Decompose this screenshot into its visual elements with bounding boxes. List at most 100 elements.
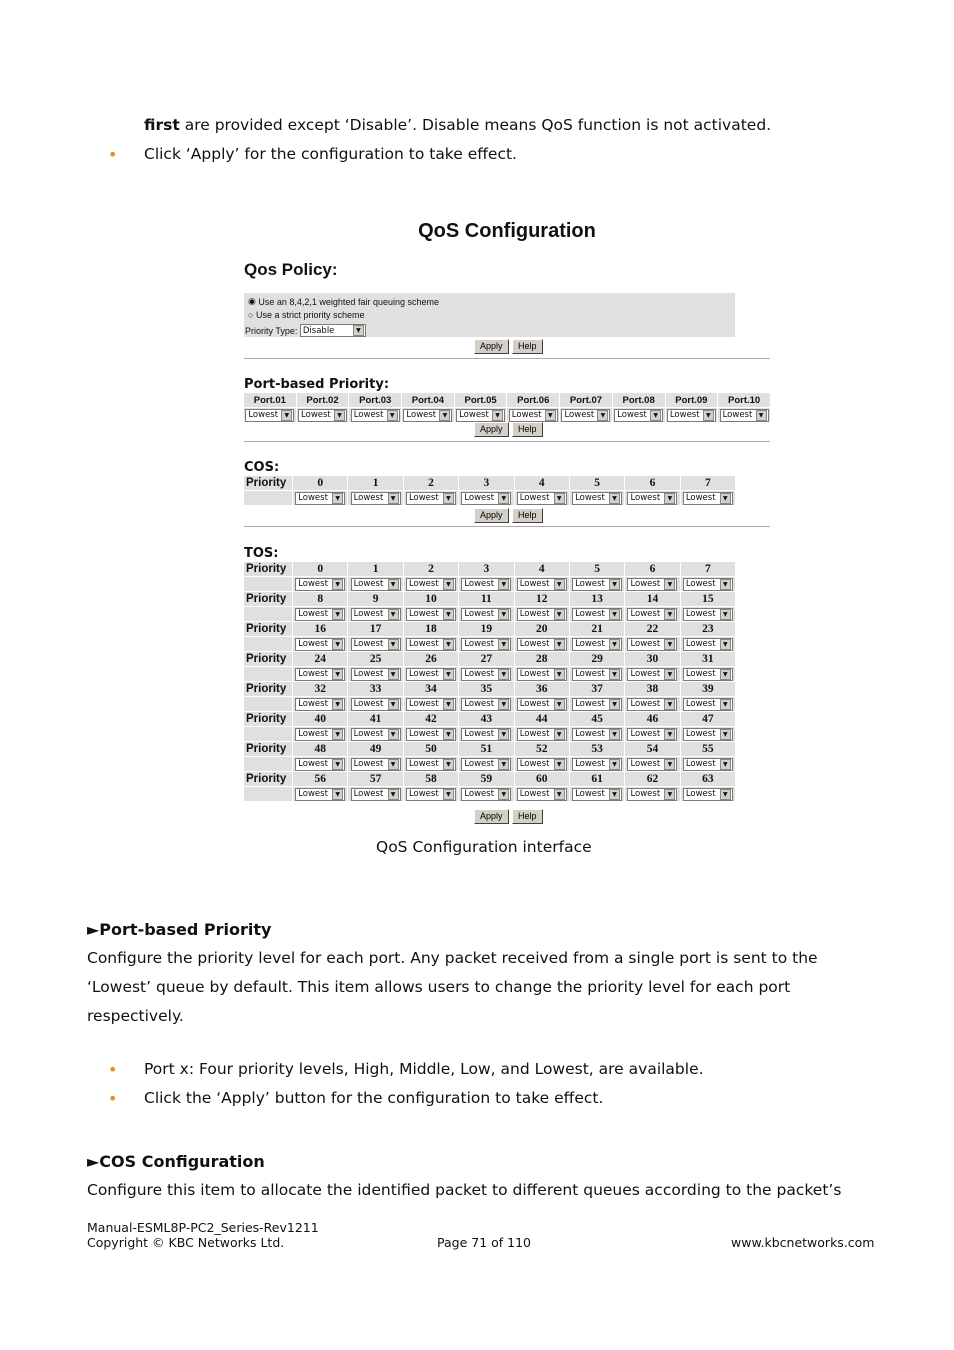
priority-select[interactable]: Lowest ▼: [561, 408, 611, 422]
priority-select[interactable]: Lowest ▼: [572, 727, 623, 741]
port-help-button[interactable]: Help: [512, 422, 543, 437]
priority-select[interactable]: Lowest ▼: [295, 757, 346, 771]
priority-select[interactable]: Lowest ▼: [461, 577, 512, 591]
port-header: Port.04: [402, 393, 454, 407]
priority-select[interactable]: Lowest ▼: [405, 637, 456, 651]
priority-select[interactable]: Lowest ▼: [682, 727, 733, 741]
priority-select[interactable]: Lowest ▼: [350, 697, 401, 711]
priority-select[interactable]: Lowest ▼: [350, 787, 401, 801]
priority-select[interactable]: Lowest ▼: [516, 491, 567, 505]
priority-select[interactable]: Lowest ▼: [627, 697, 678, 711]
priority-select[interactable]: Lowest ▼: [295, 607, 346, 621]
priority-select[interactable]: Lowest ▼: [295, 787, 346, 801]
priority-select[interactable]: Lowest ▼: [295, 697, 346, 711]
cos-apply-button[interactable]: Apply: [474, 508, 509, 523]
priority-select[interactable]: Lowest ▼: [572, 697, 623, 711]
priority-select[interactable]: Lowest ▼: [682, 491, 733, 505]
priority-select[interactable]: Lowest ▼: [461, 607, 512, 621]
priority-select[interactable]: Lowest ▼: [682, 667, 733, 681]
priority-select[interactable]: Lowest ▼: [516, 787, 567, 801]
priority-select[interactable]: Lowest ▼: [461, 757, 512, 771]
priority-select[interactable]: Lowest ▼: [295, 727, 346, 741]
priority-select[interactable]: Lowest ▼: [405, 607, 456, 621]
tos-help-button[interactable]: Help: [512, 809, 543, 824]
priority-select[interactable]: Lowest ▼: [572, 757, 623, 771]
priority-select[interactable]: Lowest ▼: [405, 757, 456, 771]
policy-apply-button[interactable]: Apply: [474, 339, 509, 354]
priority-select[interactable]: Lowest ▼: [516, 607, 567, 621]
priority-select[interactable]: Lowest ▼: [627, 727, 678, 741]
priority-select[interactable]: Lowest ▼: [461, 491, 512, 505]
radio-wfq[interactable]: ◉ Use an 8,4,2,1 weighted fair queuing s…: [248, 296, 439, 307]
priority-select[interactable]: Lowest ▼: [461, 697, 512, 711]
port-apply-button[interactable]: Apply: [474, 422, 509, 437]
priority-select[interactable]: Lowest ▼: [350, 491, 401, 505]
priority-select[interactable]: Lowest ▼: [682, 637, 733, 651]
priority-select[interactable]: Lowest ▼: [627, 491, 678, 505]
policy-panel: ◉ Use an 8,4,2,1 weighted fair queuing s…: [244, 293, 735, 337]
priority-select[interactable]: Lowest ▼: [295, 491, 346, 505]
priority-select[interactable]: Lowest ▼: [350, 667, 401, 681]
priority-select[interactable]: Lowest ▼: [405, 697, 456, 711]
priority-select[interactable]: Lowest ▼: [245, 408, 295, 422]
priority-select[interactable]: Lowest ▼: [405, 577, 456, 591]
radio-unchecked-icon[interactable]: ○: [248, 310, 253, 320]
priority-select[interactable]: Lowest ▼: [516, 667, 567, 681]
priority-select[interactable]: Lowest ▼: [508, 408, 558, 422]
tos-apply-button[interactable]: Apply: [474, 809, 509, 824]
tos-label: TOS:: [244, 546, 279, 561]
policy-help-button[interactable]: Help: [512, 339, 543, 354]
priority-select[interactable]: Lowest ▼: [627, 667, 678, 681]
priority-select[interactable]: Lowest ▼: [682, 787, 733, 801]
priority-select[interactable]: Lowest ▼: [572, 637, 623, 651]
priority-select[interactable]: Lowest ▼: [627, 637, 678, 651]
priority-select[interactable]: Lowest ▼: [350, 637, 401, 651]
priority-select[interactable]: Lowest ▼: [516, 577, 567, 591]
priority-select[interactable]: Lowest ▼: [461, 727, 512, 741]
priority-select[interactable]: Lowest ▼: [516, 637, 567, 651]
priority-select[interactable]: Lowest ▼: [405, 787, 456, 801]
priority-select[interactable]: Lowest ▼: [682, 757, 733, 771]
priority-select[interactable]: Lowest ▼: [405, 491, 456, 505]
priority-select[interactable]: Lowest ▼: [572, 787, 623, 801]
priority-select[interactable]: Lowest ▼: [572, 607, 623, 621]
priority-select[interactable]: Lowest ▼: [682, 607, 733, 621]
priority-select[interactable]: Lowest ▼: [350, 727, 401, 741]
priority-select[interactable]: Lowest ▼: [614, 408, 664, 422]
priority-select[interactable]: Lowest ▼: [666, 408, 716, 422]
empty-cell: [244, 577, 292, 591]
priority-select[interactable]: Lowest ▼: [295, 667, 346, 681]
priority-select[interactable]: Lowest ▼: [298, 408, 348, 422]
priority-select[interactable]: Lowest ▼: [350, 607, 401, 621]
priority-select[interactable]: Lowest ▼: [516, 757, 567, 771]
priority-select[interactable]: Lowest ▼: [461, 787, 512, 801]
priority-select[interactable]: Lowest ▼: [682, 697, 733, 711]
priority-select[interactable]: Lowest ▼: [403, 408, 453, 422]
priority-select[interactable]: Lowest ▼: [572, 667, 623, 681]
priority-select[interactable]: Lowest ▼: [627, 757, 678, 771]
priority-select[interactable]: Lowest ▼: [516, 727, 567, 741]
priority-select[interactable]: Lowest ▼: [405, 667, 456, 681]
priority-select[interactable]: Lowest ▼: [627, 607, 678, 621]
priority-select[interactable]: Lowest ▼: [295, 577, 346, 591]
priority-select[interactable]: Lowest ▼: [350, 577, 401, 591]
priority-select[interactable]: Lowest ▼: [350, 408, 400, 422]
priority-select[interactable]: Lowest ▼: [456, 408, 506, 422]
cos-help-button[interactable]: Help: [512, 508, 543, 523]
priority-select[interactable]: Lowest ▼: [719, 408, 769, 422]
priority-select[interactable]: Lowest ▼: [627, 577, 678, 591]
priority-select[interactable]: Lowest ▼: [461, 667, 512, 681]
radio-strict[interactable]: ○ Use a strict priority scheme: [248, 310, 364, 320]
priority-select[interactable]: Lowest ▼: [572, 491, 623, 505]
priority-select[interactable]: Lowest ▼: [405, 727, 456, 741]
priority-select[interactable]: Lowest ▼: [682, 577, 733, 591]
priority-select[interactable]: Lowest ▼: [572, 577, 623, 591]
priority-select[interactable]: Lowest ▼: [295, 637, 346, 651]
priority-select[interactable]: Lowest ▼: [627, 787, 678, 801]
priority-type-select[interactable]: Disable ▼: [299, 324, 366, 337]
priority-select[interactable]: Lowest ▼: [350, 757, 401, 771]
priority-select[interactable]: Lowest ▼: [461, 637, 512, 651]
radio-checked-icon[interactable]: ◉: [248, 296, 256, 307]
priority-select[interactable]: Lowest ▼: [516, 697, 567, 711]
priority-header-row: Priority 8 9 10 11 12 13 14 15: [244, 592, 735, 606]
